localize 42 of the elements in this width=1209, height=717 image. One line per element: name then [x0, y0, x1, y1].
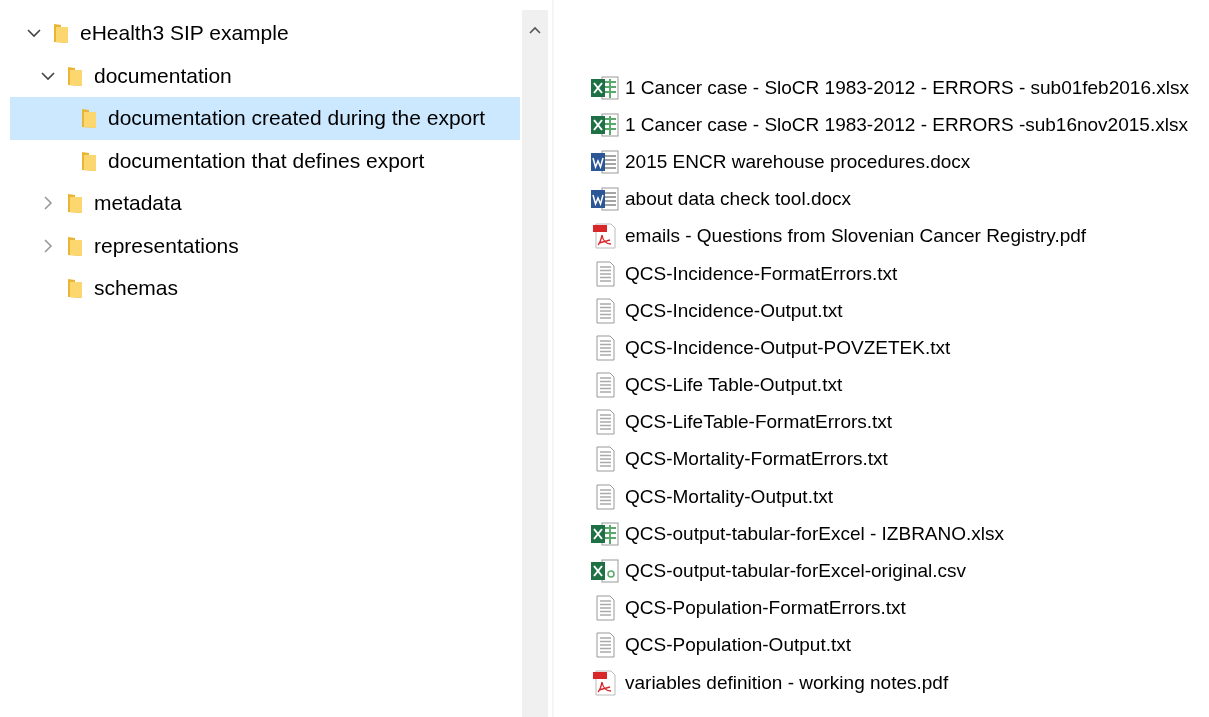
- file-item[interactable]: QCS-Mortality-FormatErrors.txt: [590, 440, 1209, 479]
- file-item[interactable]: QCS-output-tabular-forExcel-original.csv: [590, 552, 1209, 590]
- chevron-right-icon[interactable]: [43, 238, 53, 253]
- file-item[interactable]: variables definition - working notes.pdf: [590, 664, 1209, 702]
- folder-icon: [80, 107, 98, 130]
- file-item[interactable]: QCS-Incidence-FormatErrors.txt: [590, 254, 1209, 293]
- spreadsheet-icon: [590, 558, 620, 585]
- folder-icon: [80, 149, 98, 172]
- file-item[interactable]: QCS-LifeTable-FormatErrors.txt: [590, 403, 1209, 441]
- file-item[interactable]: QCS-output-tabular-forExcel - IZBRANO.xlsx: [590, 515, 1209, 553]
- chevron-down-icon[interactable]: [41, 70, 55, 81]
- file-item[interactable]: QCS-Incidence-Output-POVZETEK.txt: [590, 329, 1209, 367]
- chevron-down-icon[interactable]: [27, 28, 41, 39]
- document-icon: [590, 186, 620, 213]
- spreadsheet-icon: [590, 111, 620, 138]
- folder-icon: [66, 192, 84, 215]
- file-item[interactable]: QCS-Population-Output.txt: [590, 626, 1209, 664]
- tree-item[interactable]: schemas: [10, 267, 520, 310]
- tree-item[interactable]: eHealth3 SIP example: [10, 12, 520, 55]
- file-item[interactable]: 2015 ENCR warehouse procedures.docx: [590, 143, 1209, 181]
- folder-icon: [52, 22, 70, 45]
- file-item[interactable]: QCS-Incidence-Output.txt: [590, 292, 1209, 330]
- scroll-up-icon[interactable]: [529, 26, 541, 34]
- spreadsheet-icon: [590, 520, 620, 547]
- tree-item[interactable]: representations: [10, 224, 520, 267]
- tree-item[interactable]: documentation: [10, 54, 520, 97]
- tree-item[interactable]: documentation that defines export: [10, 139, 520, 182]
- tree-item[interactable]: metadata: [10, 182, 520, 225]
- file-item[interactable]: about data check tool.docx: [590, 180, 1209, 218]
- file-item[interactable]: emails - Questions from Slovenian Cancer Registry.pdf: [590, 217, 1209, 255]
- file-item[interactable]: 1 Cancer case - SloCR 1983-2012 - ERRORS - sub01feb2016.xlsx: [590, 69, 1209, 107]
- spreadsheet-icon: [590, 74, 620, 101]
- tree-item[interactable]: documentation created during the export: [10, 97, 520, 140]
- file-item[interactable]: QCS-Mortality-Output.txt: [590, 478, 1209, 516]
- chevron-right-icon[interactable]: [43, 196, 53, 211]
- folder-icon: [66, 234, 84, 257]
- folder-icon: [66, 64, 84, 87]
- document-icon: [590, 148, 620, 175]
- file-item[interactable]: QCS-Life Table-Output.txt: [590, 366, 1209, 404]
- file-item[interactable]: 1 Cancer case - SloCR 1983-2012 - ERRORS -sub16nov2015.xlsx: [590, 106, 1209, 144]
- folder-icon: [66, 277, 84, 300]
- file-item[interactable]: QCS-Population-FormatErrors.txt: [590, 589, 1209, 627]
